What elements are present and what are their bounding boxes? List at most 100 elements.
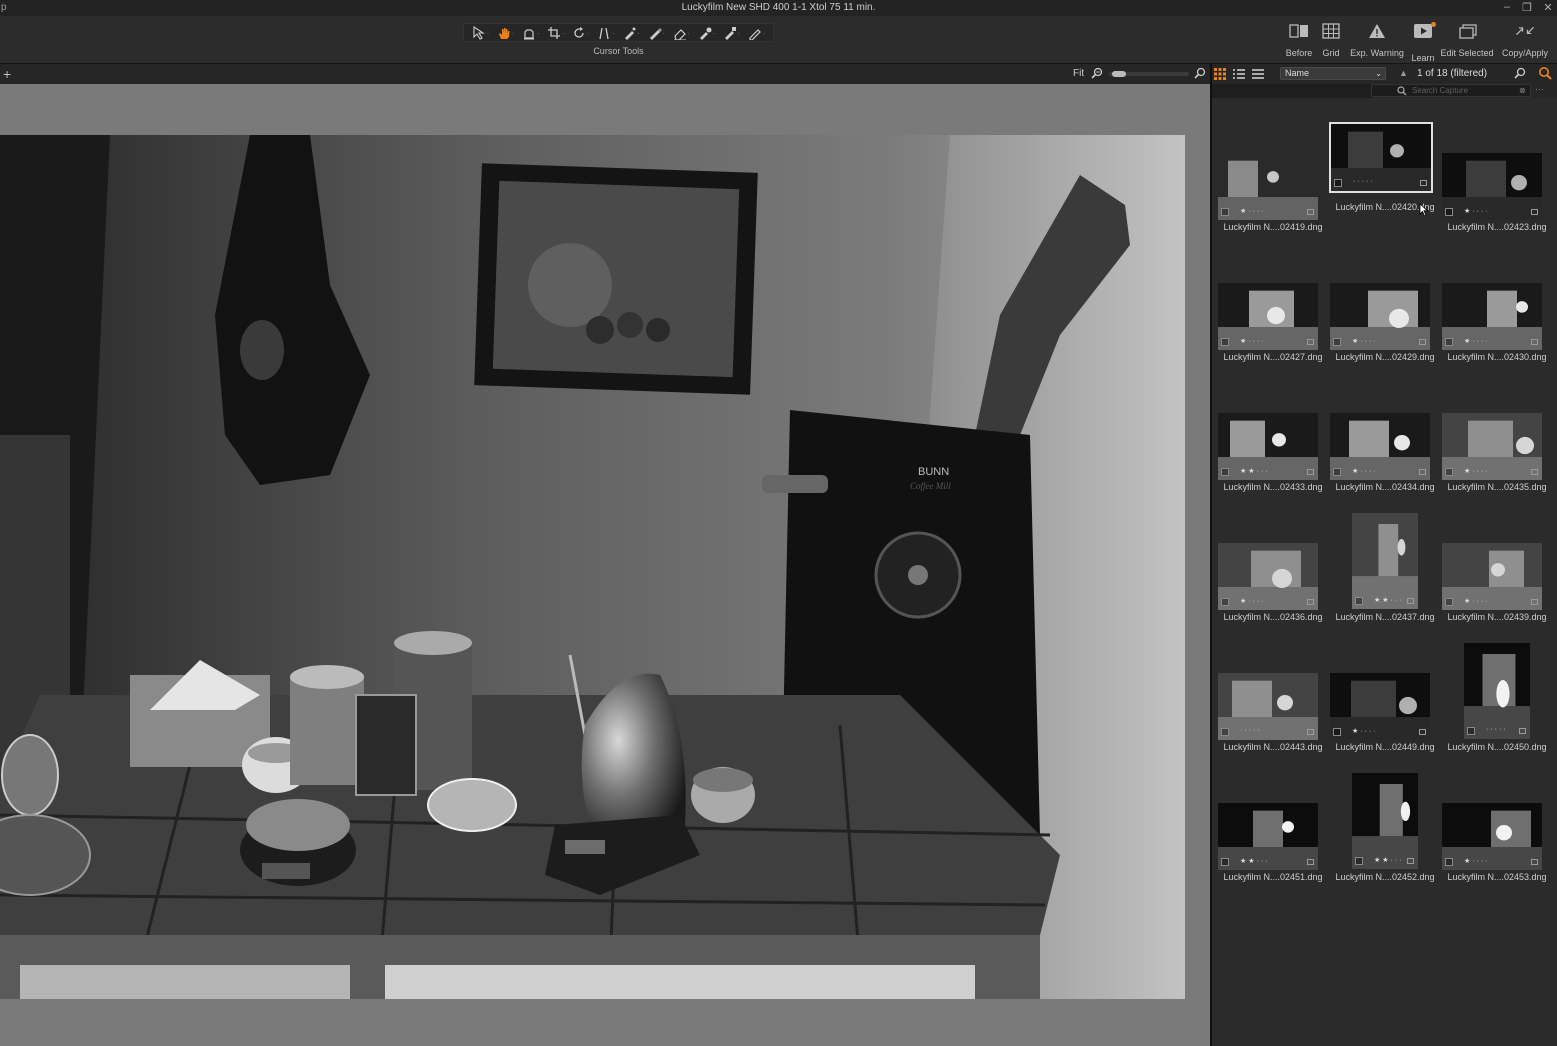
- thumbnail-image-selected[interactable]: [1329, 122, 1433, 193]
- star-rating[interactable]: ★····: [1240, 207, 1266, 215]
- select-checkbox[interactable]: [1355, 597, 1363, 605]
- main-photo[interactable]: BUNN Coffee Mill: [0, 135, 1185, 999]
- select-checkbox[interactable]: [1221, 858, 1229, 866]
- star-rating[interactable]: ★····: [1464, 597, 1490, 605]
- star-rating[interactable]: ★★···: [1240, 857, 1270, 865]
- thumbnail-cell[interactable]: ★···· Luckyfilm N....02419.dng: [1218, 123, 1328, 249]
- thumbnail-cell[interactable]: ★···· Luckyfilm N....02434.dng: [1330, 383, 1440, 509]
- thumbnail-cell[interactable]: ★···· Luckyfilm N....02453.dng: [1442, 773, 1552, 899]
- star-rating[interactable]: ★····: [1464, 467, 1490, 475]
- select-checkbox[interactable]: [1445, 858, 1453, 866]
- grid-button[interactable]: Grid: [1318, 22, 1344, 62]
- thumbnail-cell[interactable]: ★★··· Luckyfilm N....02433.dng: [1218, 383, 1328, 509]
- before-button[interactable]: Before: [1285, 22, 1313, 62]
- select-checkbox[interactable]: [1467, 727, 1475, 735]
- image-viewer[interactable]: BUNN Coffee Mill: [0, 84, 1210, 1046]
- list-view-icon[interactable]: [1233, 68, 1245, 80]
- cursor-tool-loupe[interactable]: .: [520, 24, 542, 41]
- star-rating[interactable]: ★····: [1240, 337, 1266, 345]
- thumbnail-cell[interactable]: ★···· Luckyfilm N....02436.dng: [1218, 513, 1328, 639]
- thumbnail-image[interactable]: [1218, 543, 1318, 610]
- zoom-slider-thumb[interactable]: [1112, 71, 1126, 77]
- thumbnail-image[interactable]: [1218, 283, 1318, 350]
- cursor-tool-picker[interactable]: .: [695, 24, 717, 41]
- zoom-in-icon[interactable]: [1194, 67, 1206, 79]
- thumbnail-view-icon[interactable]: [1214, 68, 1226, 80]
- star-rating[interactable]: ★★···: [1240, 467, 1270, 475]
- cursor-tool-pan-hand[interactable]: .: [495, 24, 517, 41]
- search-input[interactable]: [1412, 85, 1512, 96]
- cursor-tool-crop[interactable]: .: [545, 24, 567, 41]
- exposure-warning-button[interactable]: Exp. Warning: [1350, 22, 1404, 62]
- star-rating[interactable]: ★★···: [1374, 596, 1404, 604]
- thumbnail-cell[interactable]: ★···· Luckyfilm N....02423.dng: [1442, 123, 1552, 249]
- thumbnail-cell[interactable]: ★···· Luckyfilm N....02435.dng: [1442, 383, 1552, 509]
- star-rating[interactable]: ★····: [1464, 207, 1490, 215]
- star-rating[interactable]: ★····: [1464, 857, 1490, 865]
- thumbnail-image[interactable]: [1352, 773, 1418, 869]
- thumbnail-cell[interactable]: ····· Luckyfilm N....02420.dng: [1329, 122, 1440, 249]
- star-rating[interactable]: ·····: [1240, 727, 1262, 734]
- thumbnail-cell[interactable]: ····· Luckyfilm N....02450.dng: [1442, 643, 1552, 769]
- cursor-tool-spot-removal[interactable]: .: [620, 24, 642, 41]
- select-checkbox[interactable]: [1221, 338, 1229, 346]
- thumbnail-cell[interactable]: ★···· Luckyfilm N....02439.dng: [1442, 513, 1552, 639]
- copy-apply-button[interactable]: Copy/Apply: [1499, 22, 1551, 62]
- star-rating[interactable]: ★····: [1464, 337, 1490, 345]
- thumbnail-cell[interactable]: ★···· Luckyfilm N....02427.dng: [1218, 253, 1328, 379]
- learn-button[interactable]: Learn: [1410, 22, 1436, 63]
- thumbnail-image[interactable]: [1330, 413, 1430, 480]
- thumbnail-image[interactable]: [1330, 673, 1430, 740]
- select-checkbox[interactable]: [1221, 468, 1229, 476]
- select-checkbox[interactable]: [1333, 468, 1341, 476]
- maximize-button[interactable]: ❐: [1520, 1, 1534, 14]
- star-rating[interactable]: ★★···: [1374, 856, 1404, 864]
- more-options-icon[interactable]: ···: [1535, 84, 1544, 94]
- select-checkbox[interactable]: [1221, 208, 1229, 216]
- cursor-tool-rotate[interactable]: .: [570, 24, 592, 41]
- select-checkbox[interactable]: [1333, 728, 1341, 736]
- thumbnail-cell[interactable]: ····· Luckyfilm N....02443.dng: [1218, 643, 1328, 769]
- add-button[interactable]: +: [3, 66, 11, 82]
- select-checkbox[interactable]: [1445, 208, 1453, 216]
- sort-select[interactable]: Name ⌄: [1280, 67, 1386, 80]
- cursor-tool-brush[interactable]: .: [645, 24, 667, 41]
- star-rating[interactable]: ·····: [1353, 178, 1375, 185]
- select-checkbox[interactable]: [1221, 728, 1229, 736]
- thumbnail-image[interactable]: [1442, 413, 1542, 480]
- star-rating[interactable]: ★····: [1352, 727, 1378, 735]
- sort-direction-button[interactable]: ▲: [1399, 68, 1408, 78]
- select-checkbox[interactable]: [1221, 598, 1229, 606]
- star-rating[interactable]: ·····: [1486, 726, 1508, 733]
- cursor-tool-keystone[interactable]: .: [595, 24, 617, 41]
- zoom-out-icon[interactable]: [1091, 67, 1103, 79]
- edit-selected-button[interactable]: Edit Selected: [1440, 22, 1494, 62]
- thumbnail-image[interactable]: [1464, 643, 1530, 739]
- select-checkbox[interactable]: [1334, 179, 1342, 187]
- select-checkbox[interactable]: [1355, 857, 1363, 865]
- star-rating[interactable]: ★····: [1352, 467, 1378, 475]
- cursor-tool-eraser[interactable]: .: [670, 24, 692, 41]
- thumbnail-cell[interactable]: ★···· Luckyfilm N....02449.dng: [1330, 643, 1440, 769]
- thumbnail-cell[interactable]: ★★··· Luckyfilm N....02451.dng: [1218, 773, 1328, 899]
- zoom-thumbnails-icon[interactable]: [1514, 67, 1526, 79]
- zoom-fit-button[interactable]: Fit: [1073, 68, 1084, 79]
- thumbnail-image[interactable]: [1218, 153, 1318, 220]
- select-checkbox[interactable]: [1445, 598, 1453, 606]
- select-checkbox[interactable]: [1333, 338, 1341, 346]
- thumbnail-image[interactable]: [1352, 513, 1418, 609]
- select-checkbox[interactable]: [1445, 338, 1453, 346]
- star-rating[interactable]: ★····: [1352, 337, 1378, 345]
- thumbnail-browser[interactable]: ★···· Luckyfilm N....02419.dng ····· Luckyf…: [1212, 98, 1557, 1046]
- thumbnail-cell[interactable]: ★★··· Luckyfilm N....02437.dng: [1330, 513, 1440, 639]
- cursor-tool-select[interactable]: .: [470, 24, 492, 41]
- cursor-tool-wb-picker[interactable]: .: [720, 24, 742, 41]
- cursor-tool-annotation[interactable]: .: [745, 24, 767, 41]
- thumbnail-image[interactable]: [1442, 543, 1542, 610]
- thumbnail-image[interactable]: [1330, 283, 1430, 350]
- close-button[interactable]: ✕: [1541, 1, 1555, 14]
- thumbnail-cell[interactable]: ★···· Luckyfilm N....02429.dng: [1330, 253, 1440, 379]
- thumbnail-image[interactable]: [1442, 283, 1542, 350]
- search-field[interactable]: ⊗: [1371, 84, 1531, 97]
- clear-search-icon[interactable]: ⊗: [1519, 86, 1526, 95]
